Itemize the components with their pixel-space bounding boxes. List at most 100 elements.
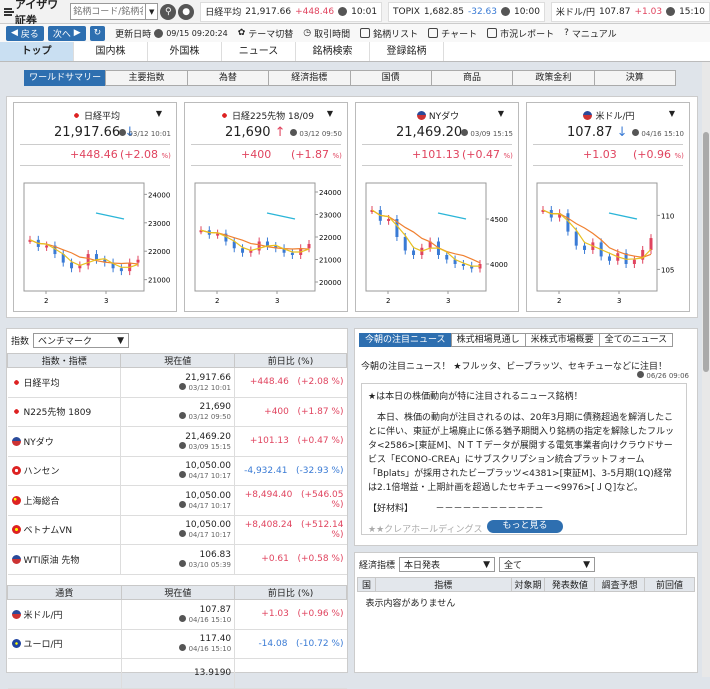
tab-foreign[interactable]: 外国株 (148, 42, 222, 61)
location-icon[interactable]: ● (178, 3, 195, 20)
news-headline[interactable]: 今朝の注目ニュース！ ★フルッタ、ビープラッツ、セキチューなどに注目！ (361, 359, 667, 372)
summary-card[interactable]: 日経225先物 18/09 ▼ 21,690 ↑ 03/12 09:50 +40… (184, 102, 348, 312)
subtab-commodities[interactable]: 商品 (430, 70, 514, 86)
card-title[interactable]: 米ドル/円 (527, 109, 691, 122)
x-tick-label: 3 (617, 297, 621, 305)
tab-news[interactable]: ニュース (222, 42, 296, 61)
row-value: 13.9190 (120, 658, 235, 689)
market-report-link[interactable]: 市況レポート (487, 27, 554, 40)
ticker-usdjpy[interactable]: 米ドル/円 107.87 +1.03 15:10 (550, 1, 710, 22)
refresh-time: 更新日時 09/15 09:20:24 (115, 28, 228, 40)
row-name[interactable]: 日経平均 (7, 367, 121, 398)
fx-table: 通貨 現在値 前日比 (%) 米ドル/円 107.87 04/16 15:10 … (7, 585, 347, 689)
table-row[interactable]: 日経平均 21,917.66 03/12 10:01 +448.46 (+2.0… (7, 367, 347, 398)
summary-card[interactable]: 米ドル/円 ▼ 107.87 ↓ 04/16 15:10 +1.03 (+0.96… (526, 102, 690, 312)
chart-link[interactable]: チャート (428, 27, 477, 40)
chevron-down-icon[interactable]: ▼ (327, 109, 333, 118)
mini-chart[interactable]: 24000 23000 22000 21000 20000 2 3 (191, 173, 341, 309)
card-title[interactable]: 日経225先物 18/09 (185, 109, 349, 122)
card-title[interactable]: 日経平均 (14, 109, 178, 122)
table-row[interactable]: ハンセン 10,050.00 04/17 10:17 -4,932.41 (-3… (7, 456, 347, 486)
chevron-down-icon[interactable]: ▼ (669, 109, 675, 118)
search-icon[interactable]: ⚲ (160, 3, 177, 20)
card-title[interactable]: NYダウ (356, 109, 520, 122)
table-row[interactable]: ベトナムVN 10,050.00 04/17 10:17 +8,408.24 (… (7, 515, 347, 545)
column-header: 発表数値 (544, 577, 596, 592)
row-value: 117.40 04/16 15:10 (120, 629, 235, 659)
tab-search[interactable]: 銘柄検索 (296, 42, 370, 61)
table-row[interactable]: 上海総合 10,050.00 04/17 10:17 +8,494.40 (+5… (7, 485, 347, 516)
row-name[interactable]: NYダウ (7, 426, 121, 457)
candle (412, 250, 416, 255)
back-button[interactable]: ◀ 戻る (6, 25, 44, 41)
row-name[interactable]: ユーロ/円 (7, 629, 122, 659)
news-tab-all[interactable]: 全てのニュース (598, 333, 674, 347)
row-name[interactable]: ベトナムVN (7, 515, 121, 545)
row-change: +0.61 (+0.58 %) (234, 544, 347, 575)
row-name[interactable]: N225先物 1809 (7, 397, 121, 427)
tab-registered[interactable]: 登録銘柄 (370, 42, 444, 61)
chevron-down-icon[interactable]: ▼ (146, 3, 159, 20)
row-name[interactable]: ハンセン (7, 456, 121, 486)
candle (387, 219, 391, 221)
summary-card[interactable]: NYダウ ▼ 21,469.20 03/09 15:15 +101.13 (+0.… (355, 102, 519, 312)
refresh-icon[interactable]: ↻ (89, 25, 106, 41)
candle (136, 259, 140, 263)
row-value: 106.83 03/10 05:39 (120, 544, 235, 575)
forward-button[interactable]: 次へ ▶ (47, 25, 86, 41)
subtab-earnings[interactable]: 決算 (593, 70, 676, 86)
tab-top[interactable]: トップ (0, 42, 74, 61)
more-button[interactable]: もっと見る (487, 520, 563, 533)
news-body: ★は本日の株価動向が特に注目されるニュース銘柄！ 本日、株価の動向が注目されるの… (361, 383, 687, 535)
summary-card[interactable]: 日経平均 ▼ 21,917.66 ↓ 03/12 10:01 +448.46 (+… (13, 102, 177, 312)
stock-list-link[interactable]: 銘柄リスト (360, 27, 418, 40)
flag-icon (583, 111, 593, 120)
chevron-down-icon[interactable]: ▼ (156, 109, 162, 118)
x-tick-label: 2 (557, 297, 561, 305)
chevron-down-icon[interactable]: ▼ (498, 109, 504, 118)
econ-date-select[interactable]: 本日発表 ▼ (399, 557, 496, 572)
news-tab-us-market[interactable]: 米株式市場概要 (524, 333, 600, 347)
candle (445, 255, 449, 260)
row-name[interactable]: 上海総合 (7, 485, 121, 516)
mini-chart[interactable]: 4500 4000 2 3 (362, 173, 512, 309)
scrollbar-thumb[interactable] (703, 132, 709, 372)
subtab-fx[interactable]: 為替 (186, 70, 270, 86)
manual-link[interactable]: ? マニュアル (564, 27, 617, 40)
subtab-indices[interactable]: 主要指数 (105, 70, 188, 86)
column-header: 通貨 (7, 585, 122, 600)
candle (70, 262, 74, 269)
subtab-policy-rate[interactable]: 政策金利 (512, 70, 595, 86)
clock-icon (179, 412, 187, 420)
table-row[interactable]: 米ドル/円 107.87 04/16 15:10 +1.03 (+0.96 %) (7, 599, 347, 630)
table-row[interactable]: ユーロ/円 117.40 04/16 15:10 -14.08 (-10.72 … (7, 629, 347, 659)
top-bar: アイザワ証券 ▼ ⚲ ● 日経平均 21,917.66 +448.46 10:0… (0, 0, 710, 27)
row-name[interactable]: 米ドル/円 (7, 599, 122, 630)
benchmark-select[interactable]: ベンチマーク ▼ (33, 333, 130, 348)
mini-chart[interactable]: 24000 23000 22000 21000 2 3 (20, 173, 170, 309)
table-row[interactable]: 13.9190 (7, 658, 347, 689)
row-name[interactable] (7, 658, 122, 689)
flag-icon (71, 111, 81, 120)
ticker-nikkei[interactable]: 日経平均 21,917.66 +448.46 10:01 (200, 1, 383, 22)
card-time: 03/09 15:15 (461, 129, 513, 138)
theme-toggle[interactable]: ✿ テーマ切替 (238, 27, 294, 40)
table-row[interactable]: N225先物 1809 21,690 03/12 09:50 +400 (+1.… (7, 397, 347, 427)
scrollbar[interactable] (702, 62, 710, 677)
news-tab-morning[interactable]: 今朝の注目ニュース (359, 333, 452, 347)
search-input[interactable] (70, 3, 147, 20)
mini-chart[interactable]: 110 105 2 3 (533, 173, 683, 309)
trading-hours-link[interactable]: ◷ 取引時間 (303, 27, 350, 40)
table-row[interactable]: WTI原油 先物 106.83 03/10 05:39 +0.61 (+0.58… (7, 544, 347, 575)
subtab-world-summary[interactable]: ワールドサマリー (24, 70, 107, 86)
row-name[interactable]: WTI原油 先物 (7, 544, 121, 575)
econ-country-select[interactable]: 全て ▼ (499, 557, 596, 572)
tab-domestic[interactable]: 国内株 (74, 42, 148, 61)
news-tab-outlook[interactable]: 株式相場見通し (450, 333, 526, 347)
subtab-bonds[interactable]: 国債 (349, 70, 432, 86)
table-row[interactable]: NYダウ 21,469.20 03/09 15:15 +101.13 (+0.4… (7, 426, 347, 457)
ticker-topix[interactable]: TOPIX 1,682.85 -32.63 10:00 (388, 1, 545, 22)
menu-icon[interactable] (4, 7, 14, 16)
clock-outline-icon: ◷ (303, 28, 312, 38)
subtab-economic[interactable]: 経済指標 (268, 70, 351, 86)
